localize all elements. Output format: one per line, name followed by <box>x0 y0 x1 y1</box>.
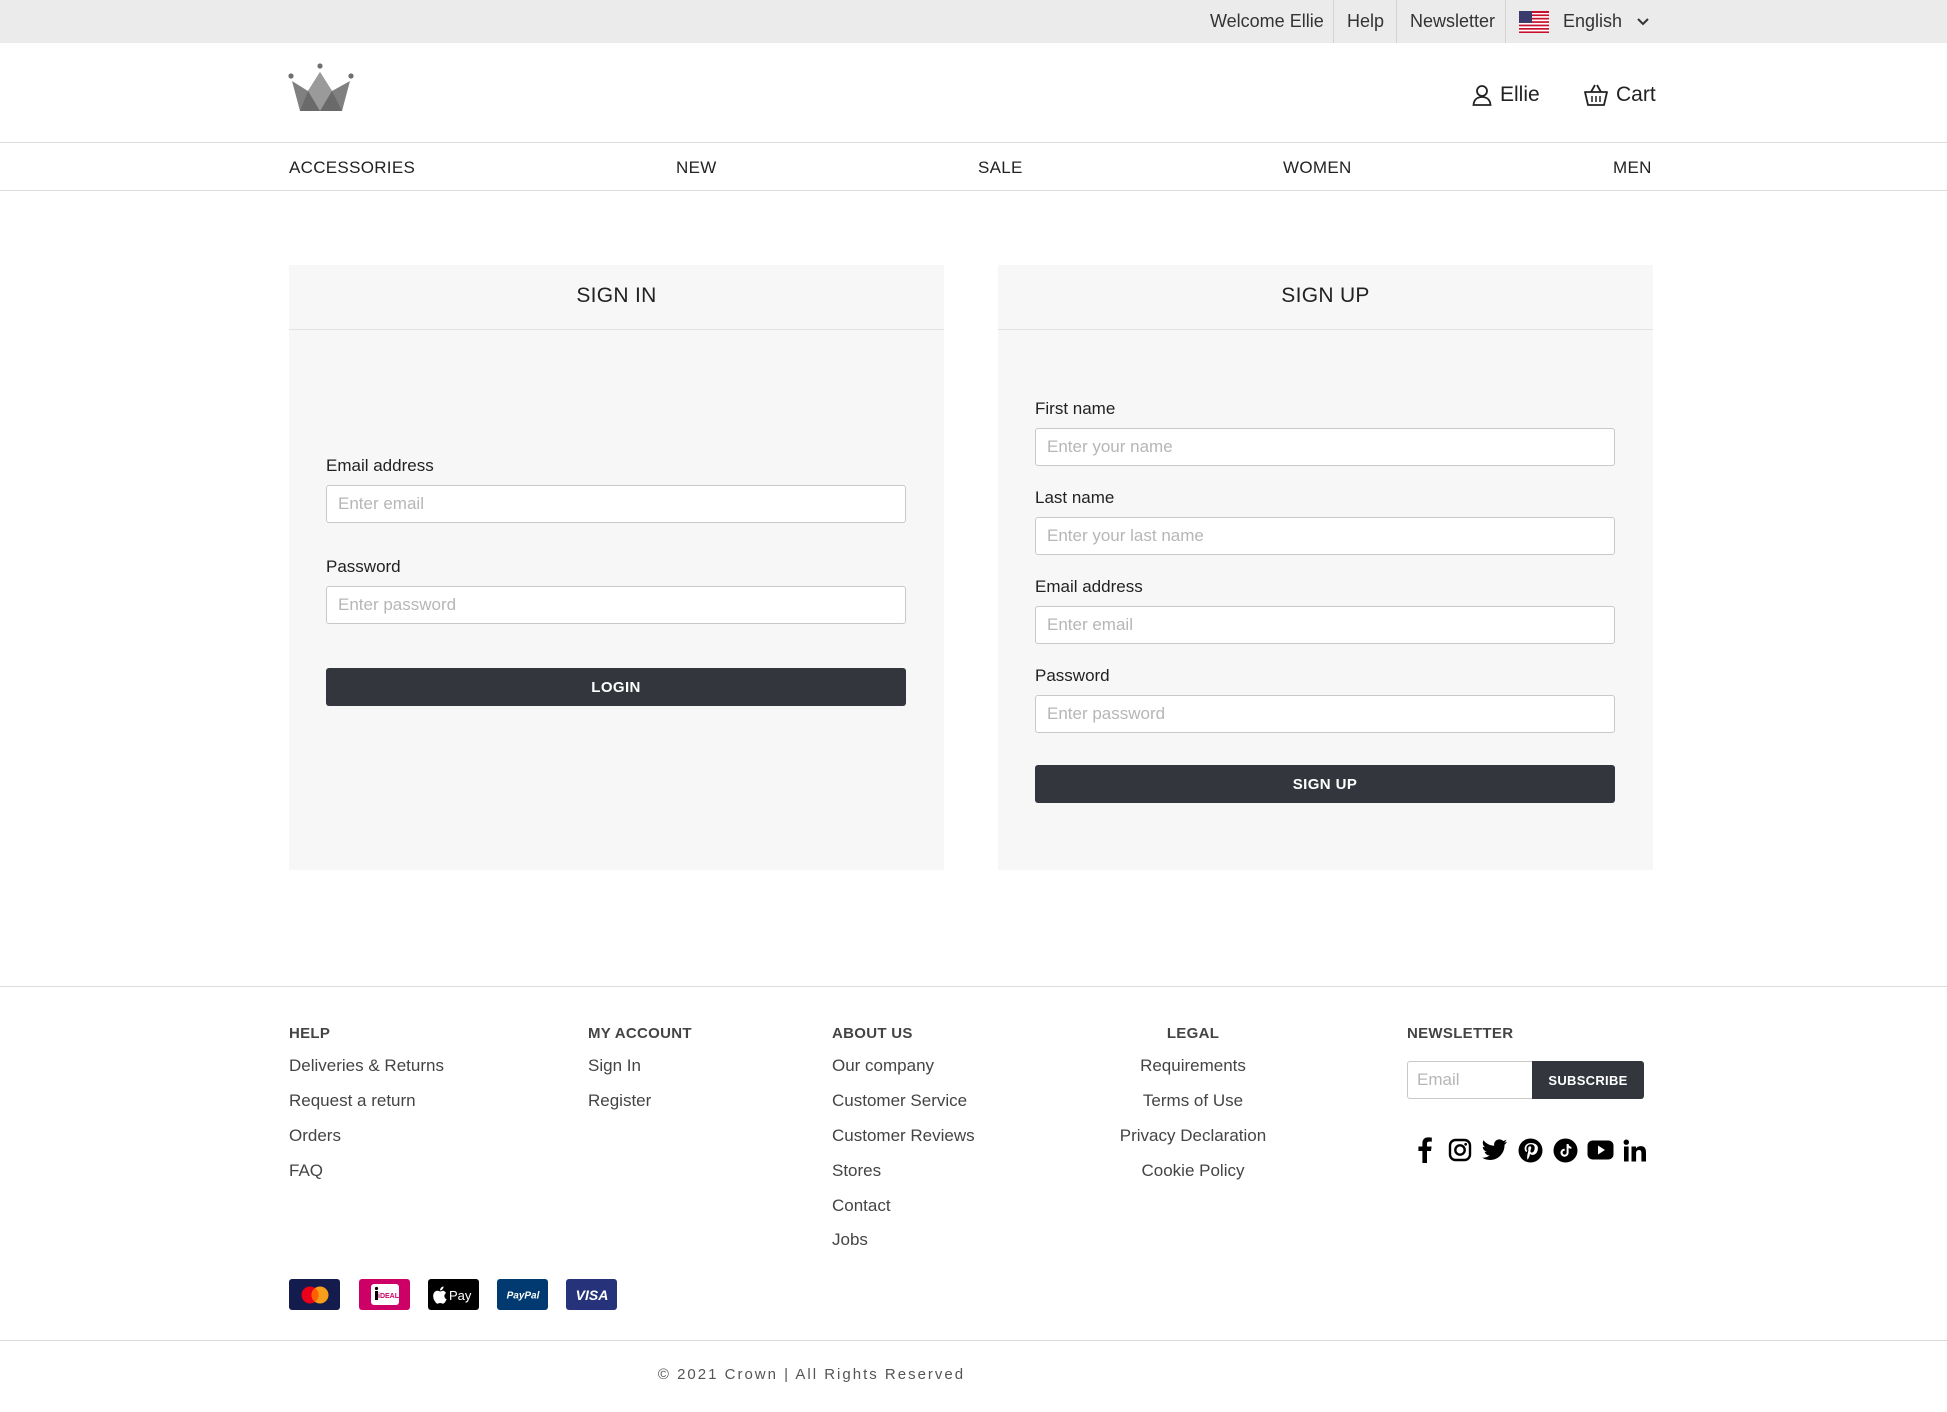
copyright-text: © 2021 Crown | All Rights Reserved <box>657 1366 966 1383</box>
sign-up-panel: SIGN UP First name Last name Email addre… <box>998 265 1653 870</box>
account-link[interactable]: Ellie <box>1472 83 1540 107</box>
nav-item-new[interactable]: NEW <box>676 144 717 191</box>
nav-item-sale[interactable]: SALE <box>978 144 1023 191</box>
nav-item-men[interactable]: MEN <box>1613 144 1652 191</box>
signin-email-input[interactable] <box>326 485 906 523</box>
newsletter-email-input[interactable] <box>1407 1061 1533 1099</box>
account-label: Ellie <box>1500 83 1540 106</box>
sign-up-button[interactable]: SIGN UP <box>1035 765 1615 803</box>
nav-item-women[interactable]: WOMEN <box>1283 144 1352 191</box>
pinterest-icon[interactable] <box>1515 1135 1545 1165</box>
instagram-icon[interactable] <box>1445 1135 1475 1165</box>
paypal-icon: PayPal <box>497 1279 548 1310</box>
nav-item-accessories[interactable]: ACCESSORIES <box>289 144 415 191</box>
paypal-text: PayPal <box>506 1290 539 1301</box>
sign-in-title: SIGN IN <box>289 265 944 330</box>
linkedin-icon[interactable] <box>1620 1135 1650 1165</box>
site-header: Ellie Cart <box>0 43 1947 143</box>
language-selector[interactable]: English <box>1506 0 1663 43</box>
facebook-icon[interactable] <box>1410 1135 1440 1165</box>
apple-pay-text: Pay <box>449 1288 472 1303</box>
sign-in-panel: SIGN IN Email address Password LOGIN <box>289 265 944 870</box>
visa-icon: VISA <box>566 1279 617 1310</box>
footer-link-faq[interactable]: FAQ <box>289 1161 323 1181</box>
footer-divider <box>0 986 1947 987</box>
footer-link-orders[interactable]: Orders <box>289 1126 341 1146</box>
footer-link-contact[interactable]: Contact <box>832 1196 891 1216</box>
password-label: Password <box>1035 666 1110 685</box>
cart-link[interactable]: Cart <box>1584 83 1656 107</box>
visa-text: VISA <box>575 1287 608 1303</box>
email-label: Email address <box>1035 577 1143 596</box>
apple-pay-icon: Pay <box>428 1279 479 1310</box>
newsletter-link[interactable]: Newsletter <box>1397 0 1508 43</box>
first-name-label: First name <box>1035 399 1116 418</box>
language-label: English <box>1563 11 1623 31</box>
cart-label: Cart <box>1616 83 1656 106</box>
footer-link-deliveries[interactable]: Deliveries & Returns <box>289 1056 444 1076</box>
footer-link-cookie-policy[interactable]: Cookie Policy <box>1093 1161 1293 1181</box>
subscribe-button[interactable]: SUBSCRIBE <box>1532 1061 1644 1099</box>
footer-help-title: HELP <box>289 1025 331 1042</box>
us-flag-icon <box>1519 10 1549 33</box>
footer-link-requirements[interactable]: Requirements <box>1093 1056 1293 1076</box>
footer-newsletter-title: NEWSLETTER <box>1407 1025 1514 1042</box>
footer-legal-title: LEGAL <box>1166 1025 1220 1042</box>
signup-password-input[interactable] <box>1035 695 1615 733</box>
ideal-icon: iDEAL <box>359 1279 410 1310</box>
footer-link-customer-reviews[interactable]: Customer Reviews <box>832 1126 975 1146</box>
mastercard-icon <box>289 1279 340 1310</box>
footer-link-sign-in[interactable]: Sign In <box>588 1056 641 1076</box>
email-label: Email address <box>326 456 434 475</box>
footer-link-register[interactable]: Register <box>588 1091 651 1111</box>
footer-account-title: MY ACCOUNT <box>588 1025 692 1042</box>
signin-password-input[interactable] <box>326 586 906 624</box>
welcome-text: Welcome Ellie <box>1210 11 1324 31</box>
footer-link-terms[interactable]: Terms of Use <box>1093 1091 1293 1111</box>
youtube-icon[interactable] <box>1585 1135 1615 1165</box>
footer-about-title: ABOUT US <box>832 1025 913 1042</box>
twitter-icon[interactable] <box>1480 1135 1510 1165</box>
footer-link-customer-service[interactable]: Customer Service <box>832 1091 967 1111</box>
sign-up-title: SIGN UP <box>998 265 1653 330</box>
ideal-text: iDEAL <box>378 1293 400 1300</box>
top-bar: Welcome Ellie Help Newsletter English <box>0 0 1947 43</box>
help-link[interactable]: Help <box>1334 0 1397 43</box>
footer-link-request-return[interactable]: Request a return <box>289 1091 416 1111</box>
password-label: Password <box>326 557 401 576</box>
first-name-input[interactable] <box>1035 428 1615 466</box>
user-icon <box>1472 85 1492 106</box>
footer-link-our-company[interactable]: Our company <box>832 1056 934 1076</box>
footer-link-privacy[interactable]: Privacy Declaration <box>1093 1126 1293 1146</box>
footer-link-stores[interactable]: Stores <box>832 1161 881 1181</box>
last-name-label: Last name <box>1035 488 1115 507</box>
chevron-down-icon <box>1636 11 1650 32</box>
login-button[interactable]: LOGIN <box>326 668 906 706</box>
signup-email-input[interactable] <box>1035 606 1615 644</box>
crown-logo-icon[interactable] <box>288 63 354 115</box>
last-name-input[interactable] <box>1035 517 1615 555</box>
main-navigation: ACCESSORIES NEW SALE WOMEN MEN <box>0 144 1947 191</box>
cart-basket-icon <box>1584 84 1608 106</box>
tiktok-icon[interactable] <box>1550 1135 1580 1165</box>
footer-link-jobs[interactable]: Jobs <box>832 1230 868 1250</box>
footer-bottom-divider <box>0 1340 1947 1341</box>
